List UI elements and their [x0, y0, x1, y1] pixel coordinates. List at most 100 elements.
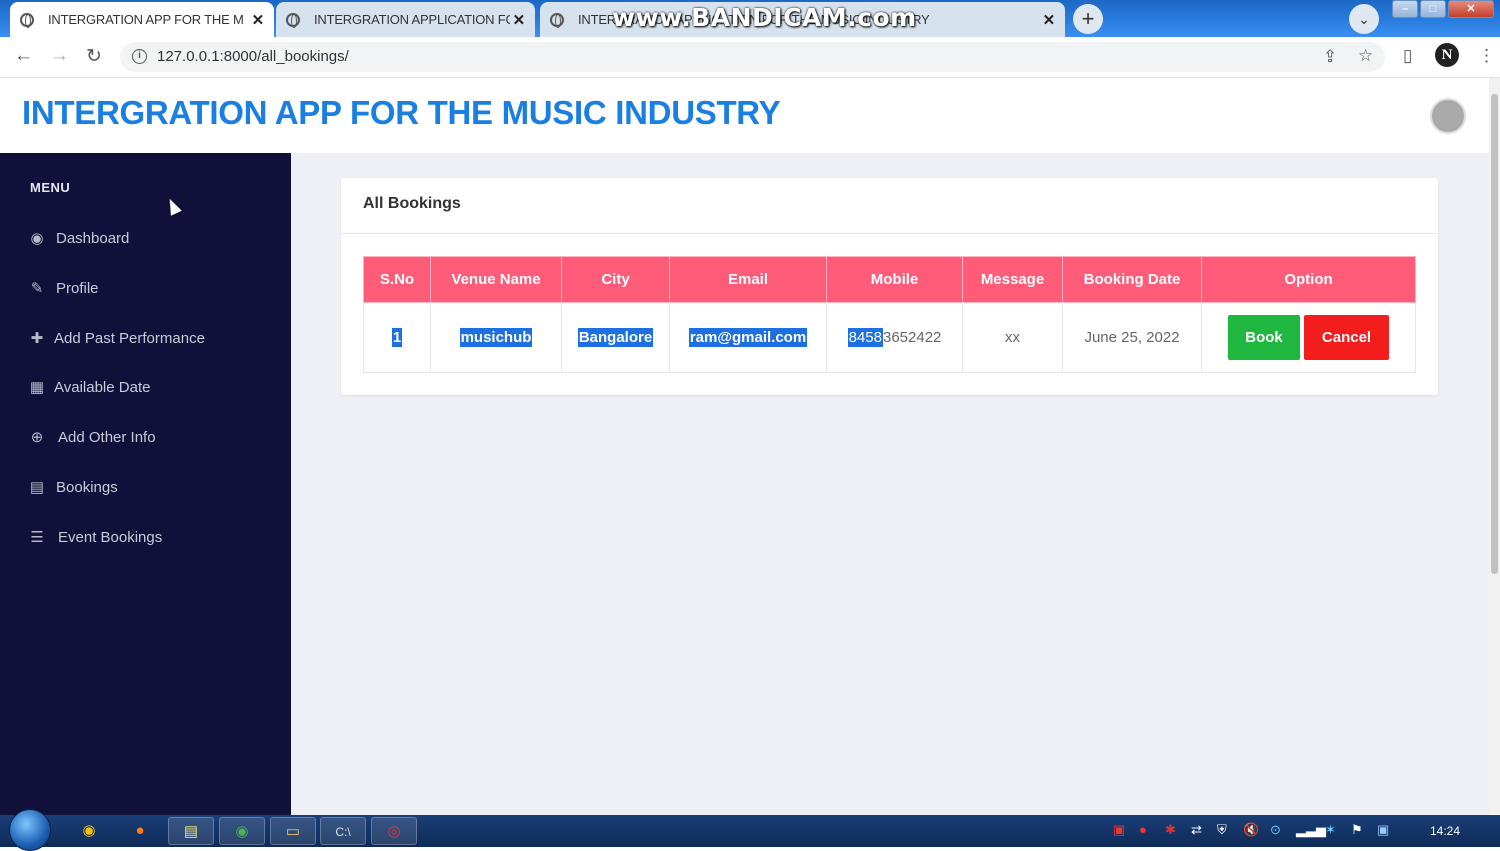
sidebar-item-profile[interactable]: ✎ Profile [28, 279, 99, 298]
sidebar: MENU ◉ Dashboard ✎ Profile ✚ Add Past Pe… [0, 153, 291, 815]
share-icon[interactable]: ⇪ [1323, 47, 1337, 67]
bluetooth-icon[interactable]: ✶ [1325, 822, 1336, 838]
user-avatar[interactable] [1430, 98, 1466, 134]
plus-icon: ✚ [30, 330, 44, 347]
card-title: All Bookings [363, 195, 461, 212]
globe-icon [286, 12, 300, 28]
notepad-icon[interactable]: ▤ [168, 817, 214, 845]
command-prompt-icon[interactable]: C:\ [320, 817, 366, 845]
sidebar-item-label: Add Past Performance [54, 329, 205, 347]
column-header: S.No [363, 256, 431, 303]
start-button[interactable] [9, 809, 51, 851]
chrome-icon[interactable]: ◉ [66, 817, 112, 845]
calendar-icon: ▤ [29, 479, 45, 496]
close-tab-icon[interactable]: ✕ [1043, 11, 1056, 29]
tab-search-button[interactable]: ⌄ [1349, 4, 1379, 34]
edit-icon: ✎ [30, 280, 44, 297]
sidebar-item-add-other-info[interactable]: ⊕ Add Other Info [28, 428, 156, 447]
calendar-grid-icon: ▦ [29, 379, 45, 396]
sidebar-item-event-bookings[interactable]: ☰ Event Bookings [28, 528, 163, 547]
display-tray-icon[interactable]: ▣ [1377, 822, 1389, 838]
back-arrow-icon[interactable]: ← [14, 45, 33, 67]
windows-taskbar: ◉ ● ▤ ◉ ▭ C:\ ◎ ▣ ● ✱ ⇄ ⛨ 🔇 ⊙ ▂▃▅ ✶ ⚑ ▣ … [0, 809, 1500, 851]
profile-avatar-icon[interactable]: N [1435, 43, 1459, 67]
security-tray-icon[interactable]: ⛨ [1217, 822, 1227, 838]
mobile-rest-text: 3652422 [882, 329, 942, 346]
volume-mute-icon[interactable]: 🔇 [1243, 822, 1259, 838]
app-title: INTERGRATION APP FOR THE MUSIC INDUSTRY [22, 94, 781, 131]
list-icon: ☰ [30, 529, 44, 546]
cancel-button[interactable]: Cancel [1304, 315, 1389, 360]
globe-icon [550, 12, 564, 28]
flag-icon[interactable]: ⚑ [1351, 822, 1363, 838]
column-header: Message [962, 256, 1063, 303]
search-tray-icon[interactable]: ⊙ [1270, 822, 1281, 838]
main-content: All Bookings S.No Venue Name City Email … [291, 153, 1489, 815]
bookmark-star-icon[interactable]: ☆ [1358, 46, 1373, 66]
sidebar-item-label: Dashboard [56, 229, 130, 247]
browser-tab-2[interactable]: INTERGRATION APPLICATION FOR THE MUSIC I… [276, 2, 535, 37]
window-controls: – □ ✕ [1390, 0, 1494, 18]
sidebar-item-add-past-performance[interactable]: ✚ Add Past Performance [28, 329, 205, 348]
globe-icon [20, 12, 34, 28]
address-bar[interactable]: i 127.0.0.1:8000/all_bookings/ ⇪ ☆ [120, 42, 1385, 72]
network-tray-icon[interactable]: ⇄ [1191, 822, 1202, 838]
close-tab-icon[interactable]: ✕ [252, 11, 265, 29]
selected-text: musichub [459, 328, 533, 347]
info-icon[interactable]: i [132, 49, 147, 64]
table-row: 1 musichub Bangalore ram@gmail.com 84583… [363, 302, 1416, 373]
user-circle-icon: ◉ [30, 230, 44, 247]
bookings-table: S.No Venue Name City Email Mobile Messag… [363, 256, 1416, 373]
sidebar-item-label: Available Date [54, 378, 151, 396]
selected-text: Bangalore [577, 328, 654, 347]
acrobat-tray-icon[interactable]: ▣ [1113, 822, 1125, 838]
file-explorer-icon[interactable]: ▭ [270, 817, 316, 845]
column-header: Email [669, 256, 827, 303]
sidebar-item-available-date[interactable]: ▦ Available Date [28, 378, 151, 397]
cell-mobile: 84583652422 [826, 302, 963, 373]
forward-arrow-icon[interactable]: → [50, 45, 69, 67]
browser-tab-1[interactable]: INTERGRATION APP FOR THE MUSIC INDUSTRY … [10, 2, 274, 37]
sidebar-item-bookings[interactable]: ▤ Bookings [28, 478, 118, 497]
side-panel-icon[interactable]: ▯ [1403, 46, 1412, 66]
tab-title: INTERGRATION APPLICATION FOR THE MUSIC I… [314, 12, 510, 27]
column-header: Venue Name [430, 256, 562, 303]
signal-bars-icon[interactable]: ▂▃▅ [1296, 822, 1326, 838]
divider [341, 233, 1438, 234]
minimize-button[interactable]: – [1392, 0, 1418, 18]
sidebar-item-dashboard[interactable]: ◉ Dashboard [28, 229, 130, 248]
tab-title: INTERGRATION APP FOR THE MUSIC INDUSTRY [48, 12, 244, 27]
page-scrollbar[interactable] [1489, 78, 1500, 814]
bookings-card: All Bookings S.No Venue Name City Email … [341, 178, 1438, 395]
scrollbar-thumb[interactable] [1491, 94, 1498, 574]
app-tray-icon[interactable]: ✱ [1165, 822, 1176, 838]
sidebar-item-label: Profile [56, 279, 99, 297]
browser-menu-icon[interactable]: ⋮ [1478, 46, 1495, 66]
selected-text: 1 [391, 328, 403, 347]
cell-option: Book Cancel [1201, 302, 1416, 373]
new-tab-button[interactable]: + [1073, 4, 1103, 34]
sidebar-item-label: Add Other Info [58, 428, 156, 446]
cell-city: Bangalore [561, 302, 670, 373]
column-header: Mobile [826, 256, 963, 303]
firefox-icon[interactable]: ● [117, 817, 163, 845]
cell-message: xx [962, 302, 1063, 373]
bandicam-icon[interactable]: ◎ [371, 817, 417, 845]
chrome-active-icon[interactable]: ◉ [219, 817, 265, 845]
book-button[interactable]: Book [1228, 315, 1300, 360]
sidebar-item-label: Bookings [56, 478, 118, 496]
close-tab-icon[interactable]: ✕ [513, 11, 526, 29]
selected-text: ram@gmail.com [688, 328, 808, 347]
sidebar-item-label: Event Bookings [58, 528, 163, 546]
column-header: Booking Date [1062, 256, 1202, 303]
plus-circle-icon: ⊕ [30, 429, 44, 446]
close-window-button[interactable]: ✕ [1448, 0, 1494, 18]
maximize-button[interactable]: □ [1420, 0, 1446, 18]
app-header: INTERGRATION APP FOR THE MUSIC INDUSTRY [0, 78, 1489, 153]
cell-date: June 25, 2022 [1062, 302, 1202, 373]
record-tray-icon[interactable]: ● [1139, 822, 1147, 837]
system-clock[interactable]: 14:24 [1430, 824, 1460, 838]
cell-sno: 1 [363, 302, 431, 373]
reload-icon[interactable]: ↻ [86, 45, 102, 68]
column-header: City [561, 256, 670, 303]
